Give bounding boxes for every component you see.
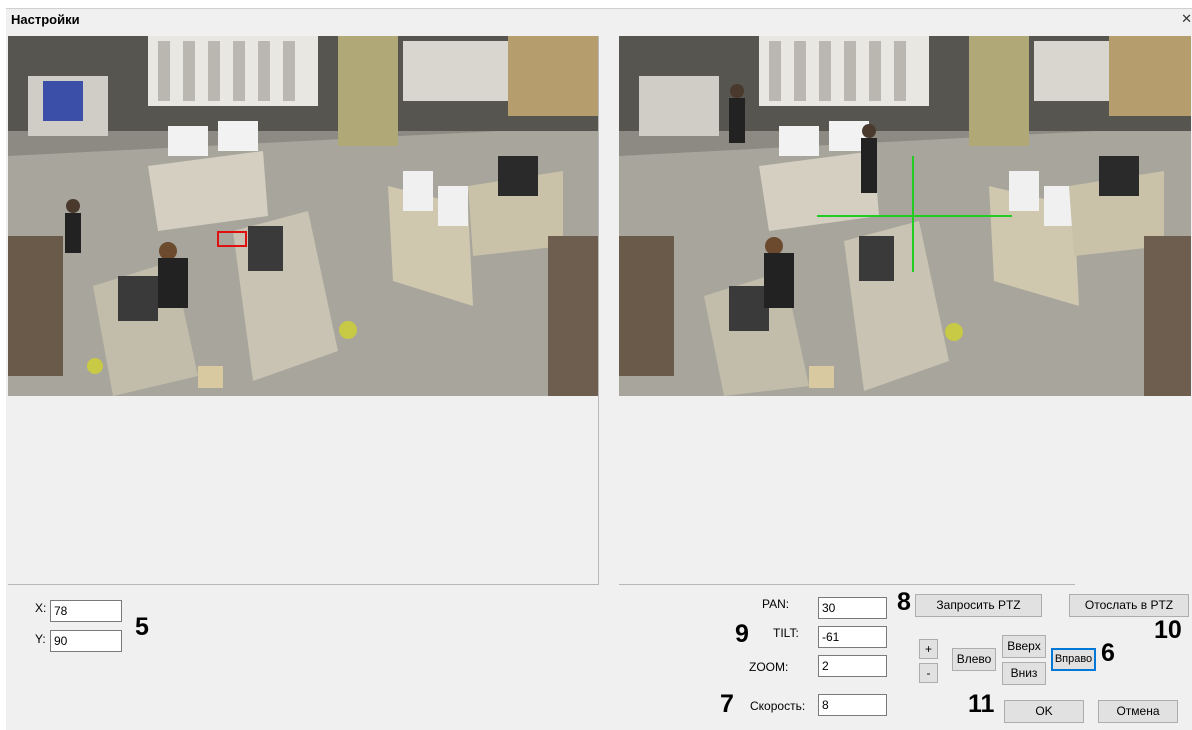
down-button[interactable]: Вниз [1002, 662, 1046, 685]
close-icon[interactable]: ✕ [1181, 11, 1192, 27]
callout-6: 6 [1101, 639, 1115, 667]
callout-5: 5 [135, 613, 149, 641]
x-coordinate-input[interactable] [50, 600, 122, 622]
y-coordinate-input[interactable] [50, 630, 122, 652]
store-scene-left [8, 36, 598, 396]
tilt-label: TILT: [773, 626, 799, 640]
ok-button[interactable]: OK [1004, 700, 1084, 723]
send-to-ptz-button[interactable]: Отослать в PTZ [1069, 594, 1189, 617]
x-label: X: [35, 601, 47, 615]
left-button[interactable]: Влево [952, 648, 996, 671]
callout-9: 9 [735, 620, 749, 648]
left-camera-pane [8, 36, 599, 585]
y-label: Y: [35, 632, 46, 646]
cancel-button[interactable]: Отмена [1098, 700, 1178, 723]
zoom-input[interactable] [818, 655, 887, 677]
left-camera-view[interactable] [8, 36, 598, 396]
zoom-plus-button[interactable]: + [919, 639, 938, 659]
request-ptz-button[interactable]: Запросить PTZ [915, 594, 1042, 617]
pan-input[interactable] [818, 597, 887, 619]
up-button[interactable]: Вверх [1002, 635, 1046, 658]
tilt-input[interactable] [818, 626, 887, 648]
callout-8: 8 [897, 588, 911, 616]
right-camera-pane [619, 36, 1191, 585]
zoom-label: ZOOM: [749, 660, 789, 674]
store-scene-right [619, 36, 1191, 396]
callout-7: 7 [720, 690, 734, 718]
callout-10: 10 [1154, 616, 1182, 644]
dialog-title: Настройки [11, 12, 80, 27]
right-button[interactable]: Вправо [1051, 648, 1096, 671]
zoom-minus-button[interactable]: - [919, 663, 938, 683]
speed-label: Скорость: [750, 699, 806, 713]
pan-label: PAN: [762, 597, 790, 611]
callout-11: 11 [968, 690, 995, 718]
settings-dialog: Настройки ✕ X: 78 Y: 90 5 PAN: 30 9 TILT… [6, 8, 1192, 730]
speed-input[interactable] [818, 694, 887, 716]
right-camera-view[interactable] [619, 36, 1191, 396]
